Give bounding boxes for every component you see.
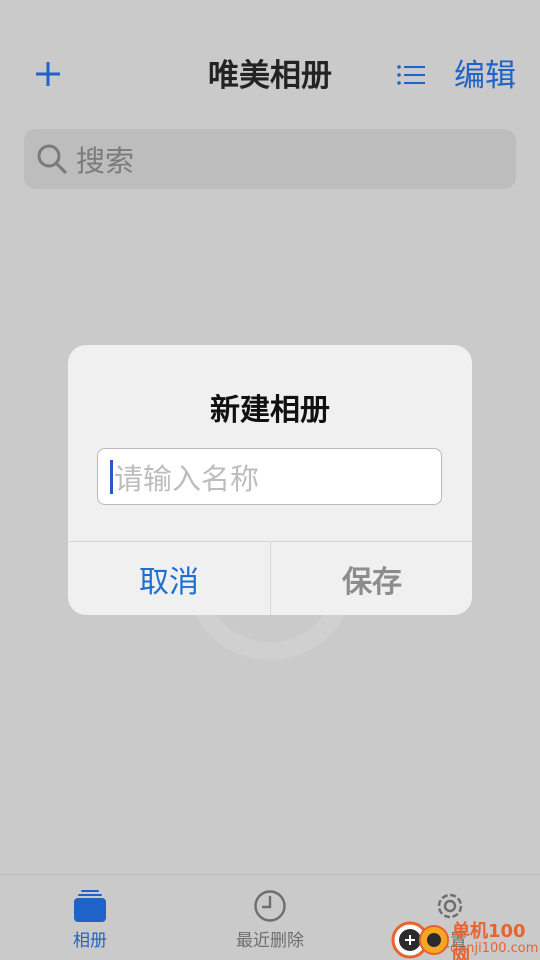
list-icon: [397, 65, 425, 85]
tab-recently-deleted[interactable]: 最近删除: [210, 875, 330, 960]
list-view-button[interactable]: [394, 58, 428, 92]
edit-button[interactable]: 编辑: [454, 56, 516, 96]
save-button[interactable]: 保存: [271, 542, 472, 615]
watermark: 单机100网 danji100.com: [390, 915, 540, 960]
dialog-title: 新建相册: [210, 393, 330, 428]
watermark-logo-icon: [391, 921, 449, 959]
cancel-button[interactable]: 取消: [68, 542, 270, 615]
navigation-bar: 唯美相册 编辑: [0, 0, 540, 120]
tab-albums[interactable]: 相册: [30, 875, 150, 960]
search-icon: [37, 144, 67, 174]
tab-albums-label: 相册: [73, 931, 107, 951]
screen: 唯美相册 编辑 搜索 新建相册 请输入名称 取消 保存 相册 最近删除 设置 单…: [0, 0, 540, 960]
albums-icon: [74, 890, 106, 922]
album-name-placeholder: 请输入名称: [114, 461, 260, 496]
text-cursor: [110, 459, 113, 494]
album-name-input[interactable]: 请输入名称: [97, 448, 442, 505]
search-placeholder: 搜索: [76, 144, 135, 178]
clock-icon: [254, 890, 286, 922]
search-bar[interactable]: 搜索: [24, 129, 516, 189]
watermark-url: danji100.com: [450, 941, 539, 956]
tab-recently-deleted-label: 最近删除: [236, 931, 304, 951]
new-album-dialog: 新建相册 请输入名称 取消 保存: [68, 345, 472, 615]
